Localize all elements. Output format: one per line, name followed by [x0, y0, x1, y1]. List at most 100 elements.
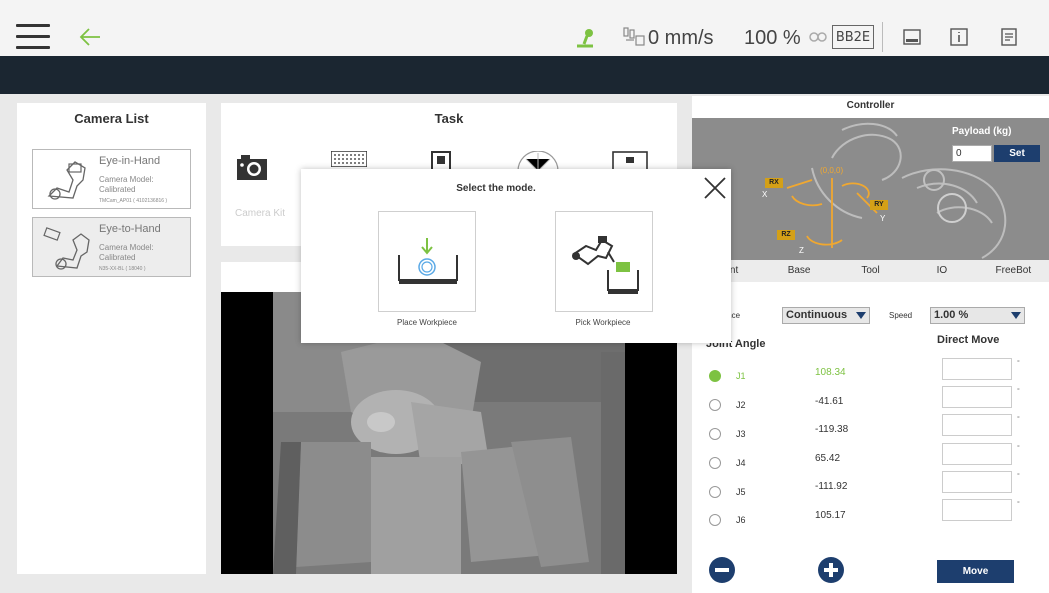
payload-set-button[interactable]: Set: [994, 145, 1040, 162]
place-workpiece-option[interactable]: [378, 211, 476, 312]
joint-value-j5: -111.92: [815, 481, 848, 492]
robot-arm-illustration: [786, 122, 1007, 259]
degree-mark: °: [1017, 445, 1020, 452]
direct-move-input-j4[interactable]: [942, 443, 1012, 465]
pattern-icon[interactable]: [331, 151, 367, 167]
distance-value: Continuous: [786, 309, 848, 321]
distance-select[interactable]: Continuous: [782, 307, 870, 324]
link-icon: [809, 32, 827, 42]
joint-radio-j4[interactable]: [709, 457, 721, 469]
controller-panel: Controller RX X (0,0,0) RY Y RZ Z Payloa…: [692, 96, 1049, 593]
direct-move-input-j6[interactable]: [942, 499, 1012, 521]
eye-in-hand-icon: [47, 161, 86, 200]
joint-label-j6: J6: [736, 515, 746, 525]
tab-base[interactable]: Base: [763, 260, 834, 282]
close-icon[interactable]: [701, 174, 729, 202]
pick-workpiece-option[interactable]: [555, 211, 653, 312]
speed-value: 1.00 %: [934, 309, 969, 321]
camera-status: Calibrated: [99, 185, 136, 194]
joint-radio-j1[interactable]: [709, 370, 721, 382]
tab-tool[interactable]: Tool: [835, 260, 906, 282]
joint-value-j2: -41.61: [815, 396, 844, 407]
joint-label-j3: J3: [736, 429, 746, 439]
payload-input[interactable]: [952, 145, 992, 162]
camera-list-title: Camera List: [74, 111, 149, 126]
joint-label-j5: J5: [736, 487, 746, 497]
rx-label[interactable]: RX: [765, 178, 783, 188]
joint-label-j1: J1: [736, 371, 746, 381]
joint-radio-j3[interactable]: [709, 428, 721, 440]
joint-value-j6: 105.17: [815, 510, 846, 521]
speed-select[interactable]: 1.00 %: [930, 307, 1025, 324]
camera-name: Eye-to-Hand: [99, 223, 161, 235]
ry-label[interactable]: RY: [870, 200, 888, 210]
place-workpiece-icon: [398, 238, 458, 284]
payload-label: Payload (kg): [952, 126, 1012, 137]
degree-mark: °: [1017, 473, 1020, 480]
joint-value-j3: -119.38: [815, 424, 849, 435]
degree-mark: °: [1017, 501, 1020, 508]
pick-workpiece-label: Pick Workpiece: [575, 318, 631, 327]
menu-icon[interactable]: [16, 24, 50, 50]
direct-move-label: Direct Move: [937, 334, 1000, 346]
robot-3d-view[interactable]: RX X (0,0,0) RY Y RZ Z Payload (kg) Set: [692, 118, 1049, 260]
camera-model-label: Camera Model:: [99, 243, 154, 252]
speed-label: Speed: [889, 311, 913, 320]
display-icon[interactable]: [902, 27, 922, 47]
controller-tabs: Joint Base Tool IO FreeBot: [692, 260, 1049, 282]
x-axis-label: X: [762, 190, 768, 199]
dialog-title: Select the mode.: [456, 183, 536, 194]
joint-label-j4: J4: [736, 458, 746, 468]
rz-label[interactable]: RZ: [777, 230, 795, 240]
joint-label-j2: J2: [736, 400, 746, 410]
joint-value-j1: 108.34: [815, 367, 846, 378]
controller-id-badge[interactable]: BB2E: [832, 25, 874, 49]
fixture-icon[interactable]: [612, 151, 648, 171]
dropdown-arrow-icon: [856, 312, 866, 319]
controller-title: Controller: [846, 100, 895, 111]
task-title: Task: [434, 111, 464, 126]
camera-name: Eye-in-Hand: [99, 155, 161, 167]
decrease-button[interactable]: [709, 557, 735, 583]
eye-to-hand-icon: [43, 227, 90, 270]
tab-freebot[interactable]: FreeBot: [978, 260, 1049, 282]
log-icon[interactable]: [999, 27, 1019, 47]
increase-button[interactable]: [818, 557, 844, 583]
degree-mark: °: [1017, 388, 1020, 395]
camera-status: Calibrated: [99, 253, 136, 262]
camera-kit-icon[interactable]: [236, 153, 268, 181]
camera-id: N35-XX-BL ( 18040 ): [99, 266, 146, 272]
direct-move-input-j1[interactable]: [942, 358, 1012, 380]
pick-workpiece-icon: [572, 236, 639, 294]
joint-radio-j2[interactable]: [709, 399, 721, 411]
divider: [882, 22, 883, 52]
info-icon[interactable]: [949, 27, 969, 47]
back-arrow-icon[interactable]: [78, 24, 104, 50]
top-bar: 0 mm/s 100 % BB2E: [0, 0, 1049, 56]
template-icon[interactable]: [431, 151, 451, 171]
calibration-plate-icon[interactable]: [516, 151, 560, 171]
place-workpiece-label: Place Workpiece: [397, 318, 457, 327]
camera-card-eye-in-hand[interactable]: Eye-in-Hand Camera Model: Calibrated TMC…: [32, 149, 191, 209]
tab-io[interactable]: IO: [906, 260, 977, 282]
joint-radio-j6[interactable]: [709, 514, 721, 526]
speed-percent: 100 %: [744, 26, 801, 49]
direct-move-input-j5[interactable]: [942, 471, 1012, 493]
degree-mark: °: [1017, 360, 1020, 367]
direct-move-input-j3[interactable]: [942, 414, 1012, 436]
camera-card-eye-to-hand[interactable]: Eye-to-Hand Camera Model: Calibrated N35…: [32, 217, 191, 277]
move-button[interactable]: Move: [937, 560, 1014, 583]
joint-value-j4: 65.42: [815, 453, 841, 464]
camera-model-label: Camera Model:: [99, 175, 154, 184]
dropdown-arrow-icon: [1011, 312, 1021, 319]
origin-label: (0,0,0): [820, 166, 844, 175]
z-axis-label: Z: [799, 246, 804, 255]
direct-move-input-j2[interactable]: [942, 386, 1012, 408]
degree-mark: °: [1017, 416, 1020, 423]
speed-icon: [623, 27, 645, 46]
select-mode-dialog: Select the mode. Place Workpiece Pick Wo…: [301, 169, 731, 343]
joint-radio-j5[interactable]: [709, 486, 721, 498]
header-bar: [0, 56, 1049, 94]
camera-kit-label: Camera Kit: [235, 208, 286, 219]
camera-id: TMCam_AP01 ( 4102136816 ): [99, 198, 168, 204]
